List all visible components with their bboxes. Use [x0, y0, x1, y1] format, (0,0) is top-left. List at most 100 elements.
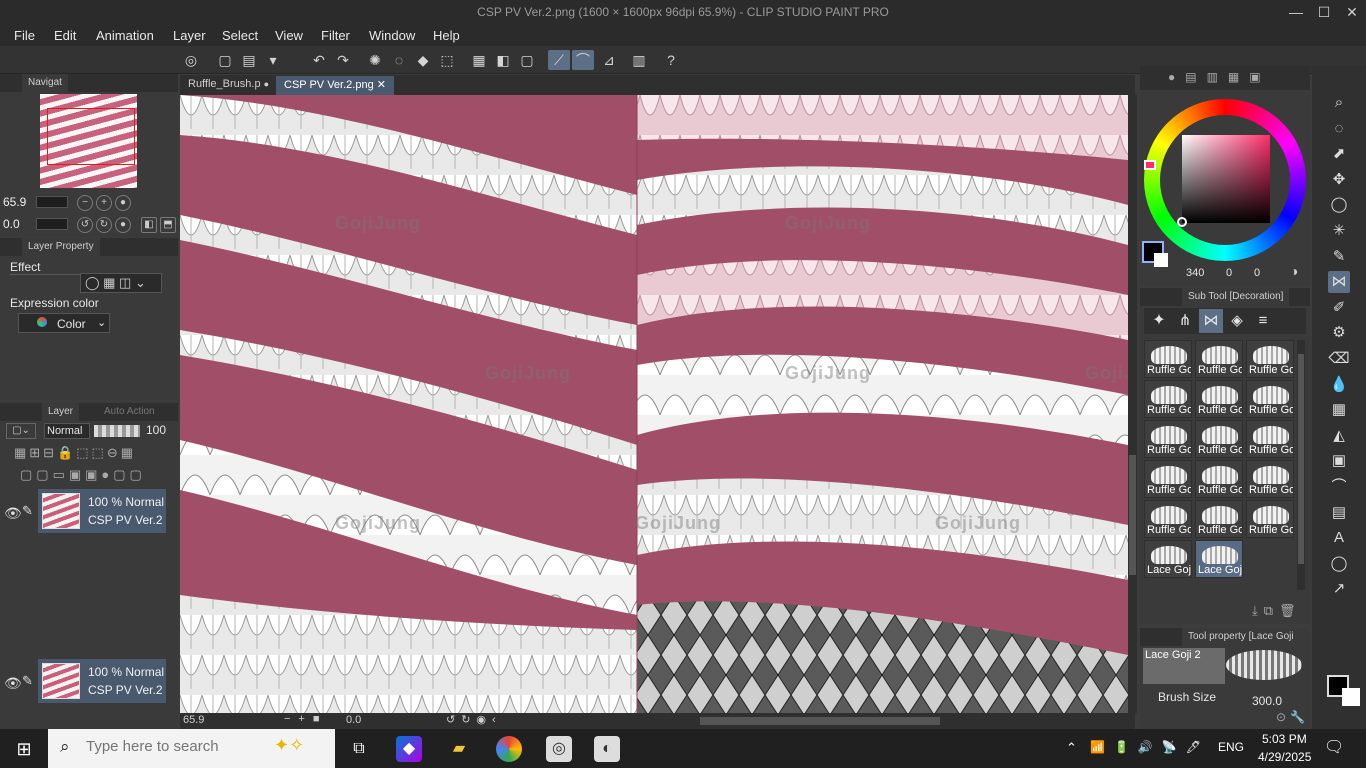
expression-color-select[interactable]: Color ⌄ [18, 313, 110, 333]
menu-view[interactable]: View [275, 28, 303, 43]
zoom-reset-icon[interactable]: ● [115, 195, 131, 211]
decoration-tool-icon[interactable]: ⋈ [1328, 271, 1350, 294]
color-panel-tabs[interactable]: ●▤▥▦▣ [1140, 66, 1310, 90]
notifications-icon[interactable]: 🗨 [1324, 737, 1344, 757]
help-icon[interactable]: ? [660, 50, 682, 70]
navigator-viewport-frame[interactable] [47, 108, 135, 165]
navigator-zoom-value[interactable]: 65.9 [3, 195, 35, 209]
rotation-slider[interactable] [36, 218, 68, 230]
layer-action-icons[interactable]: ▢▢▭▣▣●▢▢ [20, 467, 146, 483]
color-mode-toggle-icon[interactable]: ◑ [1290, 263, 1298, 279]
copilot-icon[interactable]: ◆ [396, 736, 422, 762]
brush-preset[interactable]: Ruffle Goji [1246, 420, 1294, 458]
status-rotation[interactable]: 0.0 [346, 714, 361, 726]
layer-row[interactable]: 100 % Normal CSP PV Ver.2 [38, 489, 166, 533]
menu-select[interactable]: Select [222, 28, 258, 43]
frame-tool-icon[interactable]: ⌒ [1328, 476, 1350, 498]
saturation-brightness-square[interactable] [1177, 135, 1270, 227]
figure-tool-icon[interactable]: ▣ [1328, 450, 1350, 472]
tray-expand-icon[interactable]: ⌃ [1066, 740, 1077, 756]
sub-tool-scrollbar[interactable] [1297, 340, 1305, 590]
tool-property-actions[interactable]: ⊙🔧 [1276, 710, 1309, 724]
snap-special-ruler-icon[interactable]: ⌒ [572, 50, 594, 70]
status-rotation-buttons[interactable]: ↺↻◉‹ [446, 713, 502, 726]
menu-edit[interactable]: Edit [54, 28, 76, 43]
rotate-left-icon[interactable]: ↺ [77, 217, 93, 233]
brush-preset[interactable]: Ruffle Goji [1246, 340, 1294, 378]
menu-filter[interactable]: Filter [321, 28, 350, 43]
brush-preset[interactable]: Ruffle Goji [1246, 460, 1294, 498]
lines-group-icon[interactable]: ≡ [1251, 309, 1275, 333]
layer-tab[interactable]: Layer [42, 403, 80, 421]
brush-preset[interactable]: Ruffle Goji [1246, 500, 1294, 538]
menu-layer[interactable]: Layer [173, 28, 206, 43]
selection-tool-icon[interactable]: ✥ [1328, 169, 1350, 191]
rotate-reset-icon[interactable]: ● [115, 217, 131, 233]
pattern-group-icon[interactable]: ◈ [1225, 309, 1249, 333]
effect-buttons[interactable]: ◯ ▦ ◫ ⌄ [80, 273, 162, 293]
selection-off-icon[interactable]: ▦ [468, 50, 490, 70]
layer-row[interactable]: 100 % Normal CSP PV Ver.2 [38, 659, 166, 703]
visibility-eye-icon[interactable]: 👁 [4, 505, 22, 522]
color-picker-handle[interactable] [1177, 217, 1187, 227]
brush-preset[interactable]: Ruffle Goji [1246, 380, 1294, 418]
horizontal-scrollbar[interactable] [700, 717, 940, 725]
pen-tool-icon[interactable]: ✎ [1328, 246, 1350, 268]
brush-preset[interactable]: Ruffle Goji [1144, 380, 1192, 418]
undo-icon[interactable]: ↶ [308, 50, 330, 70]
canvas[interactable]: GojiJung GojiJung GojiJung GojiJung Goji… [180, 95, 1128, 713]
menu-help[interactable]: Help [433, 28, 460, 43]
save-icon[interactable]: ▾ [262, 50, 284, 70]
ruler-tool-icon[interactable]: ▤ [1328, 502, 1350, 524]
rotate-right-icon[interactable]: ↻ [96, 217, 112, 233]
ribbon-group-icon[interactable]: ⋈ [1199, 309, 1223, 333]
search-box[interactable]: ⌕ ✦✧ [48, 729, 335, 768]
brush-preset[interactable]: Lace Goji [1195, 540, 1243, 578]
close-button[interactable]: ✕ [1338, 2, 1366, 22]
clip-studio-icon[interactable]: ◎ [180, 50, 202, 70]
chrome-icon[interactable] [496, 736, 522, 762]
gradient-tool-icon[interactable]: ◭ [1328, 425, 1350, 447]
tab-ruffle-brush[interactable]: Ruffle_Brush.p ● [180, 76, 277, 95]
airbrush-tool-icon[interactable]: ⚙ [1328, 322, 1350, 344]
clear-icon[interactable]: ◌ [388, 50, 410, 70]
lasso-tool-icon[interactable]: ◯ [1328, 194, 1350, 216]
menu-animation[interactable]: Animation [96, 28, 154, 43]
open-folder-icon[interactable]: ▤ [238, 50, 260, 70]
tray-icons[interactable]: 📶🔋🔊📡🖊 [1090, 740, 1210, 754]
navigator-rotation-value[interactable]: 0.0 [3, 217, 35, 231]
brush-preset[interactable]: Lace Goji [1144, 540, 1192, 578]
zoom-out-icon[interactable]: − [77, 195, 93, 211]
flip-horizontal-icon[interactable]: ◧ [141, 217, 157, 233]
snap-grid-icon[interactable]: ⊿ [598, 50, 620, 70]
canvas-artwork[interactable] [180, 95, 1128, 713]
clock-date[interactable]: 4/29/2025 [1258, 750, 1311, 764]
redo-icon[interactable]: ↷ [332, 50, 354, 70]
auto-action-tab[interactable]: Auto Action [98, 403, 161, 421]
text-tool-icon[interactable]: A [1328, 527, 1350, 549]
blend-mode-select[interactable]: Normal [44, 423, 90, 439]
navigator-tab[interactable]: Navigat [22, 74, 68, 92]
scroll-thumb[interactable] [1129, 455, 1136, 575]
clip-studio-paint-icon[interactable]: ◐ [594, 736, 620, 762]
brush-tool-icon[interactable]: ✐ [1328, 297, 1350, 319]
tab-csp-pv[interactable]: CSP PV Ver.2.png ✕ [276, 76, 394, 95]
brush-preset[interactable]: Ruffle Goji [1195, 460, 1243, 498]
flip-vertical-icon[interactable]: ⬒ [160, 217, 176, 233]
eyedropper-tool-icon[interactable]: ✳ [1328, 220, 1350, 242]
canvas-vertical-scrollbar[interactable] [1128, 95, 1137, 713]
new-file-icon[interactable]: ▢ [214, 50, 236, 70]
brush-preset[interactable]: Ruffle Goji [1195, 500, 1243, 538]
brush-preset[interactable]: Ruffle Goji [1144, 460, 1192, 498]
layer-toolbar-icons[interactable]: ▦⊞⊟🔒⬚⬚⊖▦ [14, 445, 136, 461]
brush-preset[interactable]: Ruffle Goji [1144, 340, 1192, 378]
language-indicator[interactable]: ENG [1218, 740, 1244, 754]
minimize-button[interactable]: — [1282, 2, 1310, 22]
maximize-button[interactable]: ☐ [1310, 2, 1338, 22]
opacity-value[interactable]: 100 [146, 423, 166, 437]
settings-icon[interactable]: ▥ [628, 50, 650, 70]
clip-studio-app-icon[interactable]: ◎ [546, 736, 572, 762]
snap-ruler-icon[interactable]: ⟋ [548, 50, 570, 70]
clock-time[interactable]: 5:03 PM [1262, 732, 1307, 746]
zoom-tool-icon[interactable]: ⌕ [1328, 92, 1350, 114]
